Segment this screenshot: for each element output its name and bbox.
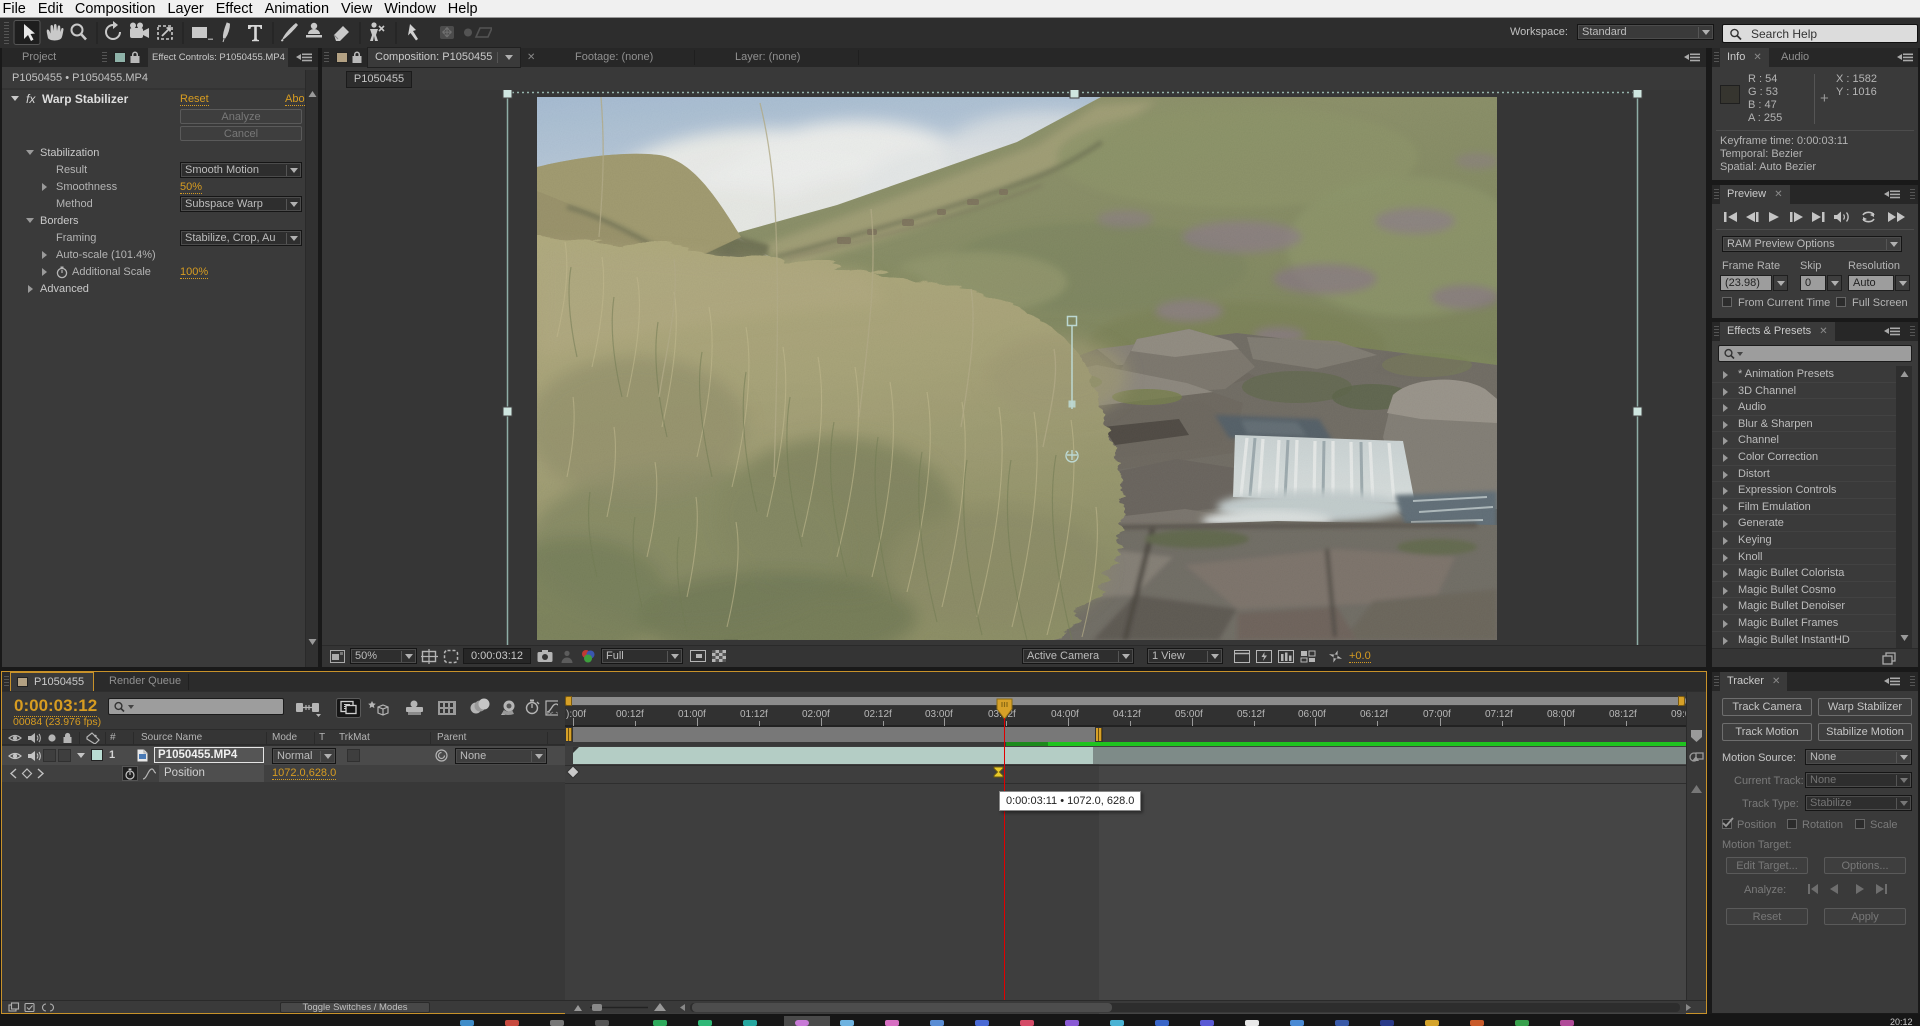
svg-text:04:12f: 04:12f xyxy=(1113,709,1141,720)
svg-text:08:00f: 08:00f xyxy=(1547,709,1575,720)
svg-text:02:00f: 02:00f xyxy=(802,709,830,720)
svg-text:01:12f: 01:12f xyxy=(740,709,768,720)
svg-text:01:00f: 01:00f xyxy=(678,709,706,720)
svg-text:09:0: 09:0 xyxy=(1671,709,1686,720)
svg-text:06:00f: 06:00f xyxy=(1298,709,1326,720)
svg-text:02:12f: 02:12f xyxy=(864,709,892,720)
svg-text:08:12f: 08:12f xyxy=(1609,709,1637,720)
svg-text:07:00f: 07:00f xyxy=(1423,709,1451,720)
svg-text:03:00f: 03:00f xyxy=(925,709,953,720)
svg-text:05:00f: 05:00f xyxy=(1175,709,1203,720)
svg-text:07:12f: 07:12f xyxy=(1485,709,1513,720)
svg-text:00:12f: 00:12f xyxy=(616,709,644,720)
svg-text:06:12f: 06:12f xyxy=(1360,709,1388,720)
svg-text:):00f: ):00f xyxy=(566,709,586,720)
svg-text:05:12f: 05:12f xyxy=(1237,709,1265,720)
svg-text:04:00f: 04:00f xyxy=(1051,709,1079,720)
